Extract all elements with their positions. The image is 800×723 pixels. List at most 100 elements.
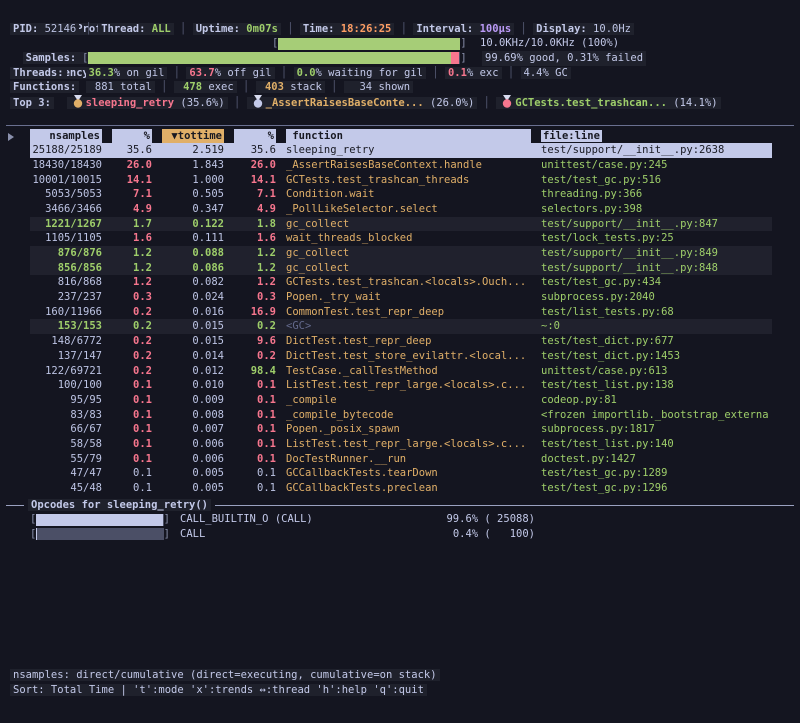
function-cell: Condition.wait: [286, 187, 531, 202]
cumulative-pct-cell: 0.1: [234, 481, 276, 496]
function-cell: wait_threads_blocked: [286, 231, 531, 246]
table-row[interactable]: 3466/34664.90.3474.9_PollLikeSelector.se…: [30, 202, 772, 217]
title-line: Tachyon Profiler: [0, 7, 800, 22]
tottime-cell: 0.007: [162, 422, 224, 437]
file-line-cell: test/test_gc.py:434: [541, 275, 772, 290]
direct-pct-cell: 1.6: [112, 231, 152, 246]
table-row[interactable]: 47/470.10.0050.1GCCallbackTests.tearDown…: [30, 466, 772, 481]
table-row[interactable]: 160/119660.20.01616.9CommonTest.test_rep…: [30, 305, 772, 320]
function-cell: GCTests.test_trashcan_threads: [286, 173, 531, 188]
table-row[interactable]: 122/697210.20.01298.4TestCase._callTestM…: [30, 364, 772, 379]
nsamples-cell: 47/47: [30, 466, 102, 481]
column-header-file:line[interactable]: file:line: [541, 129, 772, 144]
file-line-cell: <frozen importlib._bootstrap_externa: [541, 408, 772, 423]
tottime-cell: 0.009: [162, 393, 224, 408]
nsamples-cell: 160/11966: [30, 305, 102, 320]
table-row[interactable]: 137/1470.20.0140.2DictTest.test_store_ev…: [30, 349, 772, 364]
footer-legend: nsamples: direct/cumulative (direct=exec…: [10, 669, 440, 681]
function-cell: gc_collect: [286, 246, 531, 261]
function-cell: GCTests.test_trashcan.<locals>.Ouch...: [286, 275, 531, 290]
table-row[interactable]: 1105/11051.60.1111.6wait_threads_blocked…: [30, 231, 772, 246]
nsamples-cell: 10001/10015: [30, 173, 102, 188]
direct-pct-cell: 0.1: [112, 422, 152, 437]
table-row[interactable]: 66/670.10.0070.1Popen._posix_spawnsubpro…: [30, 422, 772, 437]
column-header-function[interactable]: function: [286, 129, 531, 144]
cumulative-pct-cell: 0.1: [234, 466, 276, 481]
table-row[interactable]: 83/830.10.0080.1_compile_bytecode<frozen…: [30, 408, 772, 423]
function-cell: Popen._posix_spawn: [286, 422, 531, 437]
direct-pct-cell: 0.1: [112, 466, 152, 481]
file-line-cell: unittest/case.py:613: [541, 364, 772, 379]
file-line-cell: test/test_dict.py:1453: [541, 349, 772, 364]
tottime-cell: 0.016: [162, 305, 224, 320]
table-row[interactable]: 95/950.10.0090.1_compilecodeop.py:81: [30, 393, 772, 408]
direct-pct-cell: 0.3: [112, 290, 152, 305]
nsamples-cell: 1221/1267: [30, 217, 102, 232]
table-row[interactable]: 148/67720.20.0159.6DictTest.test_repr_de…: [30, 334, 772, 349]
column-header-tottime[interactable]: ▼tottime: [162, 129, 224, 144]
status-pid: PID: 52146: [10, 23, 79, 35]
cumulative-pct-cell: 0.1: [234, 437, 276, 452]
function-cell: gc_collect: [286, 217, 531, 232]
tottime-cell: 0.347: [162, 202, 224, 217]
tottime-cell: 0.014: [162, 349, 224, 364]
threads-stat: 4.4% GC: [521, 67, 571, 79]
cumulative-pct-cell: 35.6: [234, 143, 276, 158]
table-row[interactable]: 58/580.10.0060.1ListTest.test_repr_large…: [30, 437, 772, 452]
functions-stat: 403 stack: [256, 81, 325, 93]
status-display: Display: 10.0Hz: [533, 23, 634, 35]
nsamples-cell: 45/48: [30, 481, 102, 496]
table-row[interactable]: 25188/2518935.62.51935.6sleeping_retryte…: [30, 143, 772, 158]
opcode-name: CALL_BUILTIN_O (CALL): [180, 512, 415, 527]
tottime-cell: 0.086: [162, 261, 224, 276]
column-header-[interactable]: %: [234, 129, 276, 144]
table-row[interactable]: 856/8561.20.0861.2gc_collecttest/support…: [30, 261, 772, 276]
status-thread: Thread: ALL: [98, 23, 174, 35]
profile-table: nsamples% ▼tottime% function file:line 251…: [30, 129, 772, 496]
tottime-cell: 0.005: [162, 481, 224, 496]
column-header-label: file:line: [541, 130, 602, 142]
function-cell: DictTest.test_repr_deep: [286, 334, 531, 349]
column-header-nsamples[interactable]: nsamples: [30, 129, 102, 144]
table-row[interactable]: 18430/1843026.01.84326.0_AssertRaisesBas…: [30, 158, 772, 173]
tottime-cell: 0.088: [162, 246, 224, 261]
tottime-cell: 0.006: [162, 452, 224, 467]
status-interval: Interval: 100μs: [413, 23, 514, 35]
table-row[interactable]: 5053/50537.10.5057.1Condition.waitthread…: [30, 187, 772, 202]
nsamples-cell: 876/876: [30, 246, 102, 261]
table-row[interactable]: 237/2370.30.0240.3Popen._try_waitsubproc…: [30, 290, 772, 305]
tottime-cell: 0.010: [162, 378, 224, 393]
status-line: PID: 52146 │ Thread: ALL │ Uptime: 0m07s…: [0, 22, 800, 37]
tottime-cell: 0.005: [162, 466, 224, 481]
table-row[interactable]: 10001/1001514.11.00014.1GCTests.test_tra…: [30, 173, 772, 188]
table-row[interactable]: 55/790.10.0060.1DocTestRunner.__rundocte…: [30, 452, 772, 467]
direct-pct-cell: 0.1: [112, 481, 152, 496]
table-row[interactable]: 876/8761.20.0881.2gc_collecttest/support…: [30, 246, 772, 261]
direct-pct-cell: 0.1: [112, 393, 152, 408]
direct-pct-cell: 1.2: [112, 275, 152, 290]
direct-pct-cell: 0.2: [112, 349, 152, 364]
table-row[interactable]: 1221/12671.70.1221.8gc_collecttest/suppo…: [30, 217, 772, 232]
function-cell: _PollLikeSelector.select: [286, 202, 531, 217]
table-row[interactable]: 153/1530.20.0150.2<GC>~:0: [30, 319, 772, 334]
table-header-row: nsamples% ▼tottime% function file:line: [30, 129, 772, 144]
cumulative-pct-cell: 7.1: [234, 187, 276, 202]
nsamples-cell: 153/153: [30, 319, 102, 334]
tottime-cell: 1.843: [162, 158, 224, 173]
gold-medal-icon: [73, 95, 83, 108]
nsamples-cell: 856/856: [30, 261, 102, 276]
cumulative-pct-cell: 1.2: [234, 275, 276, 290]
direct-pct-cell: 1.2: [112, 246, 152, 261]
functions-line: Functions: 881 total │ 478 exec │ 403 st…: [0, 80, 800, 95]
file-line-cell: test/test_gc.py:1296: [541, 481, 772, 496]
file-line-cell: codeop.py:81: [541, 393, 772, 408]
tottime-cell: 0.008: [162, 408, 224, 423]
table-row[interactable]: 100/1000.10.0100.1ListTest.test_repr_lar…: [30, 378, 772, 393]
function-cell: <GC>: [286, 319, 531, 334]
column-header-[interactable]: %: [112, 129, 152, 144]
tottime-cell: 0.006: [162, 437, 224, 452]
cumulative-pct-cell: 0.3: [234, 290, 276, 305]
table-row[interactable]: 45/480.10.0050.1GCCallbackTests.preclean…: [30, 481, 772, 496]
table-row[interactable]: 816/8681.20.0821.2GCTests.test_trashcan.…: [30, 275, 772, 290]
cumulative-pct-cell: 0.2: [234, 319, 276, 334]
